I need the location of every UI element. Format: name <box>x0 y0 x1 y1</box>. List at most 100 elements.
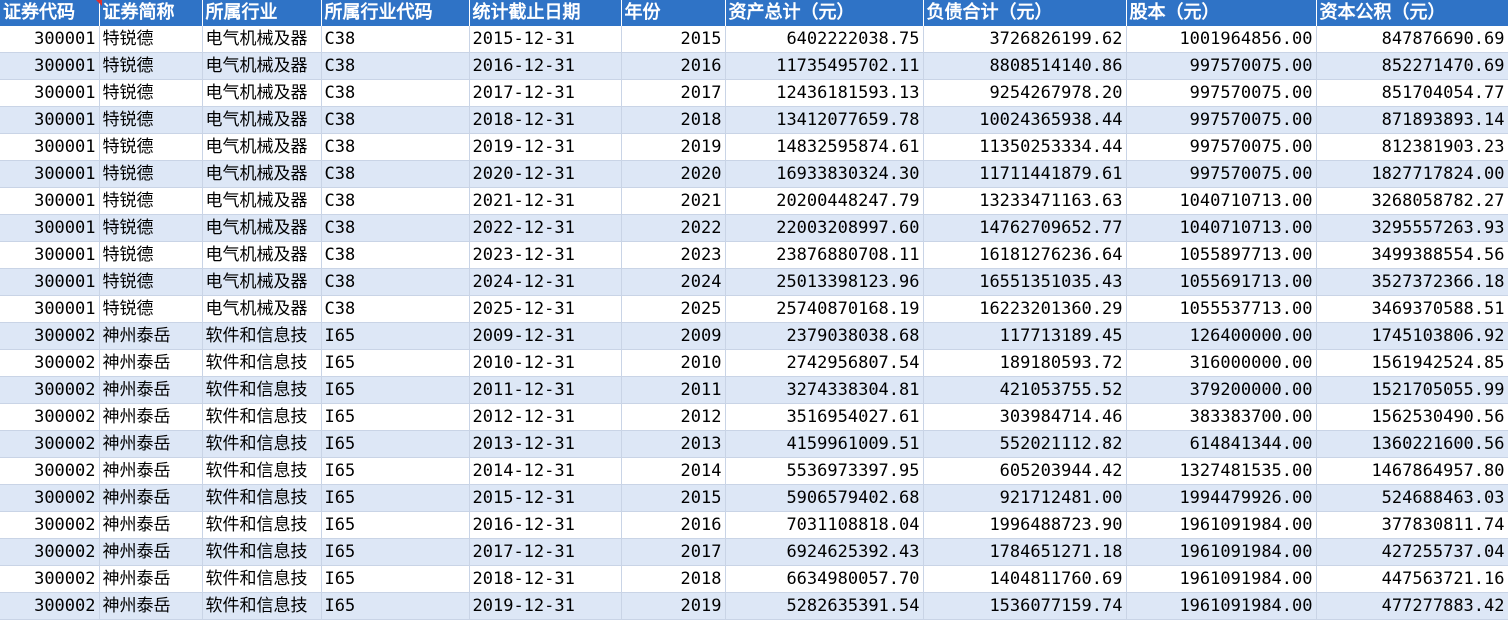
cell-share-capital[interactable]: 997570075.00 <box>1126 133 1317 161</box>
cell-security-code[interactable]: 300002 <box>0 484 100 512</box>
cell-year[interactable]: 2019 <box>621 133 726 161</box>
cell-year[interactable]: 2016 <box>621 511 726 539</box>
cell-industry[interactable]: 电气机械及器 <box>202 268 322 296</box>
cell-industry-code[interactable]: C38 <box>321 26 470 53</box>
cell-security-name[interactable]: 特锐德 <box>99 187 203 215</box>
cell-share-capital[interactable]: 1040710713.00 <box>1126 214 1317 242</box>
cell-industry[interactable]: 软件和信息技 <box>202 457 322 485</box>
cell-security-name[interactable]: 神州泰岳 <box>99 430 203 458</box>
cell-total-liabilities[interactable]: 11350253334.44 <box>923 133 1127 161</box>
cell-year[interactable]: 2020 <box>621 160 726 188</box>
cell-total-liabilities[interactable]: 552021112.82 <box>923 430 1127 458</box>
cell-year[interactable]: 2015 <box>621 26 726 53</box>
cell-security-code[interactable]: 300001 <box>0 106 100 134</box>
cell-year[interactable]: 2023 <box>621 241 726 269</box>
cell-total-assets[interactable]: 6402222038.75 <box>725 26 924 53</box>
cell-security-code[interactable]: 300001 <box>0 52 100 80</box>
cell-security-name[interactable]: 特锐德 <box>99 268 203 296</box>
cell-year[interactable]: 2011 <box>621 376 726 404</box>
cell-security-code[interactable]: 300001 <box>0 187 100 215</box>
cell-industry[interactable]: 软件和信息技 <box>202 349 322 377</box>
cell-industry-code[interactable]: I65 <box>321 484 470 512</box>
cell-total-liabilities[interactable]: 117713189.45 <box>923 322 1127 350</box>
cell-capital-reserve[interactable]: 447563721.16 <box>1316 565 1508 593</box>
cell-total-liabilities[interactable]: 13233471163.63 <box>923 187 1127 215</box>
cell-total-assets[interactable]: 6634980057.70 <box>725 565 924 593</box>
cell-capital-reserve[interactable]: 847876690.69 <box>1316 26 1508 53</box>
cell-security-code[interactable]: 300001 <box>0 26 100 53</box>
cell-year[interactable]: 2017 <box>621 538 726 566</box>
cell-industry[interactable]: 软件和信息技 <box>202 484 322 512</box>
cell-security-code[interactable]: 300002 <box>0 349 100 377</box>
cell-total-assets[interactable]: 20200448247.79 <box>725 187 924 215</box>
cell-cutoff-date[interactable]: 2009-12-31 <box>469 322 622 350</box>
cell-cutoff-date[interactable]: 2025-12-31 <box>469 295 622 323</box>
column-header-cutoff-date[interactable]: 统计截止日期 <box>469 0 622 26</box>
cell-industry-code[interactable]: I65 <box>321 538 470 566</box>
cell-industry-code[interactable]: C38 <box>321 241 470 269</box>
cell-capital-reserve[interactable]: 812381903.23 <box>1316 133 1508 161</box>
cell-industry-code[interactable]: I65 <box>321 349 470 377</box>
cell-security-code[interactable]: 300002 <box>0 511 100 539</box>
cell-industry-code[interactable]: C38 <box>321 106 470 134</box>
cell-industry-code[interactable]: I65 <box>321 457 470 485</box>
cell-security-name[interactable]: 神州泰岳 <box>99 565 203 593</box>
cell-security-name[interactable]: 神州泰岳 <box>99 322 203 350</box>
cell-cutoff-date[interactable]: 2014-12-31 <box>469 457 622 485</box>
cell-total-liabilities[interactable]: 1404811760.69 <box>923 565 1127 593</box>
cell-security-name[interactable]: 特锐德 <box>99 214 203 242</box>
cell-capital-reserve[interactable]: 377830811.74 <box>1316 511 1508 539</box>
cell-capital-reserve[interactable]: 3295557263.93 <box>1316 214 1508 242</box>
cell-share-capital[interactable]: 316000000.00 <box>1126 349 1317 377</box>
cell-security-code[interactable]: 300001 <box>0 79 100 107</box>
cell-security-name[interactable]: 特锐德 <box>99 79 203 107</box>
cell-share-capital[interactable]: 1001964856.00 <box>1126 26 1317 53</box>
column-header-total-assets[interactable]: 资产总计（元） <box>725 0 924 26</box>
cell-industry-code[interactable]: C38 <box>321 52 470 80</box>
cell-share-capital[interactable]: 997570075.00 <box>1126 79 1317 107</box>
cell-industry-code[interactable]: I65 <box>321 430 470 458</box>
column-header-share-capital[interactable]: 股本（元） <box>1126 0 1317 26</box>
cell-total-liabilities[interactable]: 303984714.46 <box>923 403 1127 431</box>
cell-total-assets[interactable]: 25740870168.19 <box>725 295 924 323</box>
cell-total-assets[interactable]: 25013398123.96 <box>725 268 924 296</box>
cell-industry-code[interactable]: C38 <box>321 187 470 215</box>
cell-year[interactable]: 2021 <box>621 187 726 215</box>
cell-total-assets[interactable]: 13412077659.78 <box>725 106 924 134</box>
cell-security-name[interactable]: 神州泰岳 <box>99 511 203 539</box>
cell-cutoff-date[interactable]: 2017-12-31 <box>469 79 622 107</box>
cell-industry[interactable]: 电气机械及器 <box>202 26 322 53</box>
cell-security-name[interactable]: 神州泰岳 <box>99 349 203 377</box>
cell-total-liabilities[interactable]: 14762709652.77 <box>923 214 1127 242</box>
cell-share-capital[interactable]: 1961091984.00 <box>1126 565 1317 593</box>
cell-share-capital[interactable]: 126400000.00 <box>1126 322 1317 350</box>
cell-security-code[interactable]: 300002 <box>0 457 100 485</box>
cell-cutoff-date[interactable]: 2010-12-31 <box>469 349 622 377</box>
cell-total-assets[interactable]: 7031108818.04 <box>725 511 924 539</box>
cell-cutoff-date[interactable]: 2019-12-31 <box>469 133 622 161</box>
cell-industry-code[interactable]: C38 <box>321 295 470 323</box>
cell-share-capital[interactable]: 1055897713.00 <box>1126 241 1317 269</box>
cell-share-capital[interactable]: 997570075.00 <box>1126 160 1317 188</box>
cell-total-assets[interactable]: 16933830324.30 <box>725 160 924 188</box>
cell-industry-code[interactable]: C38 <box>321 133 470 161</box>
cell-year[interactable]: 2009 <box>621 322 726 350</box>
cell-industry-code[interactable]: C38 <box>321 268 470 296</box>
cell-total-assets[interactable]: 12436181593.13 <box>725 79 924 107</box>
cell-capital-reserve[interactable]: 524688463.03 <box>1316 484 1508 512</box>
cell-total-assets[interactable]: 2742956807.54 <box>725 349 924 377</box>
cell-capital-reserve[interactable]: 3469370588.51 <box>1316 295 1508 323</box>
cell-security-code[interactable]: 300002 <box>0 322 100 350</box>
cell-security-name[interactable]: 特锐德 <box>99 106 203 134</box>
cell-total-assets[interactable]: 5906579402.68 <box>725 484 924 512</box>
cell-security-code[interactable]: 300002 <box>0 538 100 566</box>
cell-share-capital[interactable]: 1961091984.00 <box>1126 511 1317 539</box>
cell-total-liabilities[interactable]: 16551351035.43 <box>923 268 1127 296</box>
cell-industry-code[interactable]: C38 <box>321 214 470 242</box>
cell-industry[interactable]: 软件和信息技 <box>202 511 322 539</box>
cell-share-capital[interactable]: 997570075.00 <box>1126 106 1317 134</box>
cell-industry[interactable]: 软件和信息技 <box>202 322 322 350</box>
cell-security-code[interactable]: 300002 <box>0 376 100 404</box>
cell-total-assets[interactable]: 5536973397.95 <box>725 457 924 485</box>
cell-total-assets[interactable]: 11735495702.11 <box>725 52 924 80</box>
